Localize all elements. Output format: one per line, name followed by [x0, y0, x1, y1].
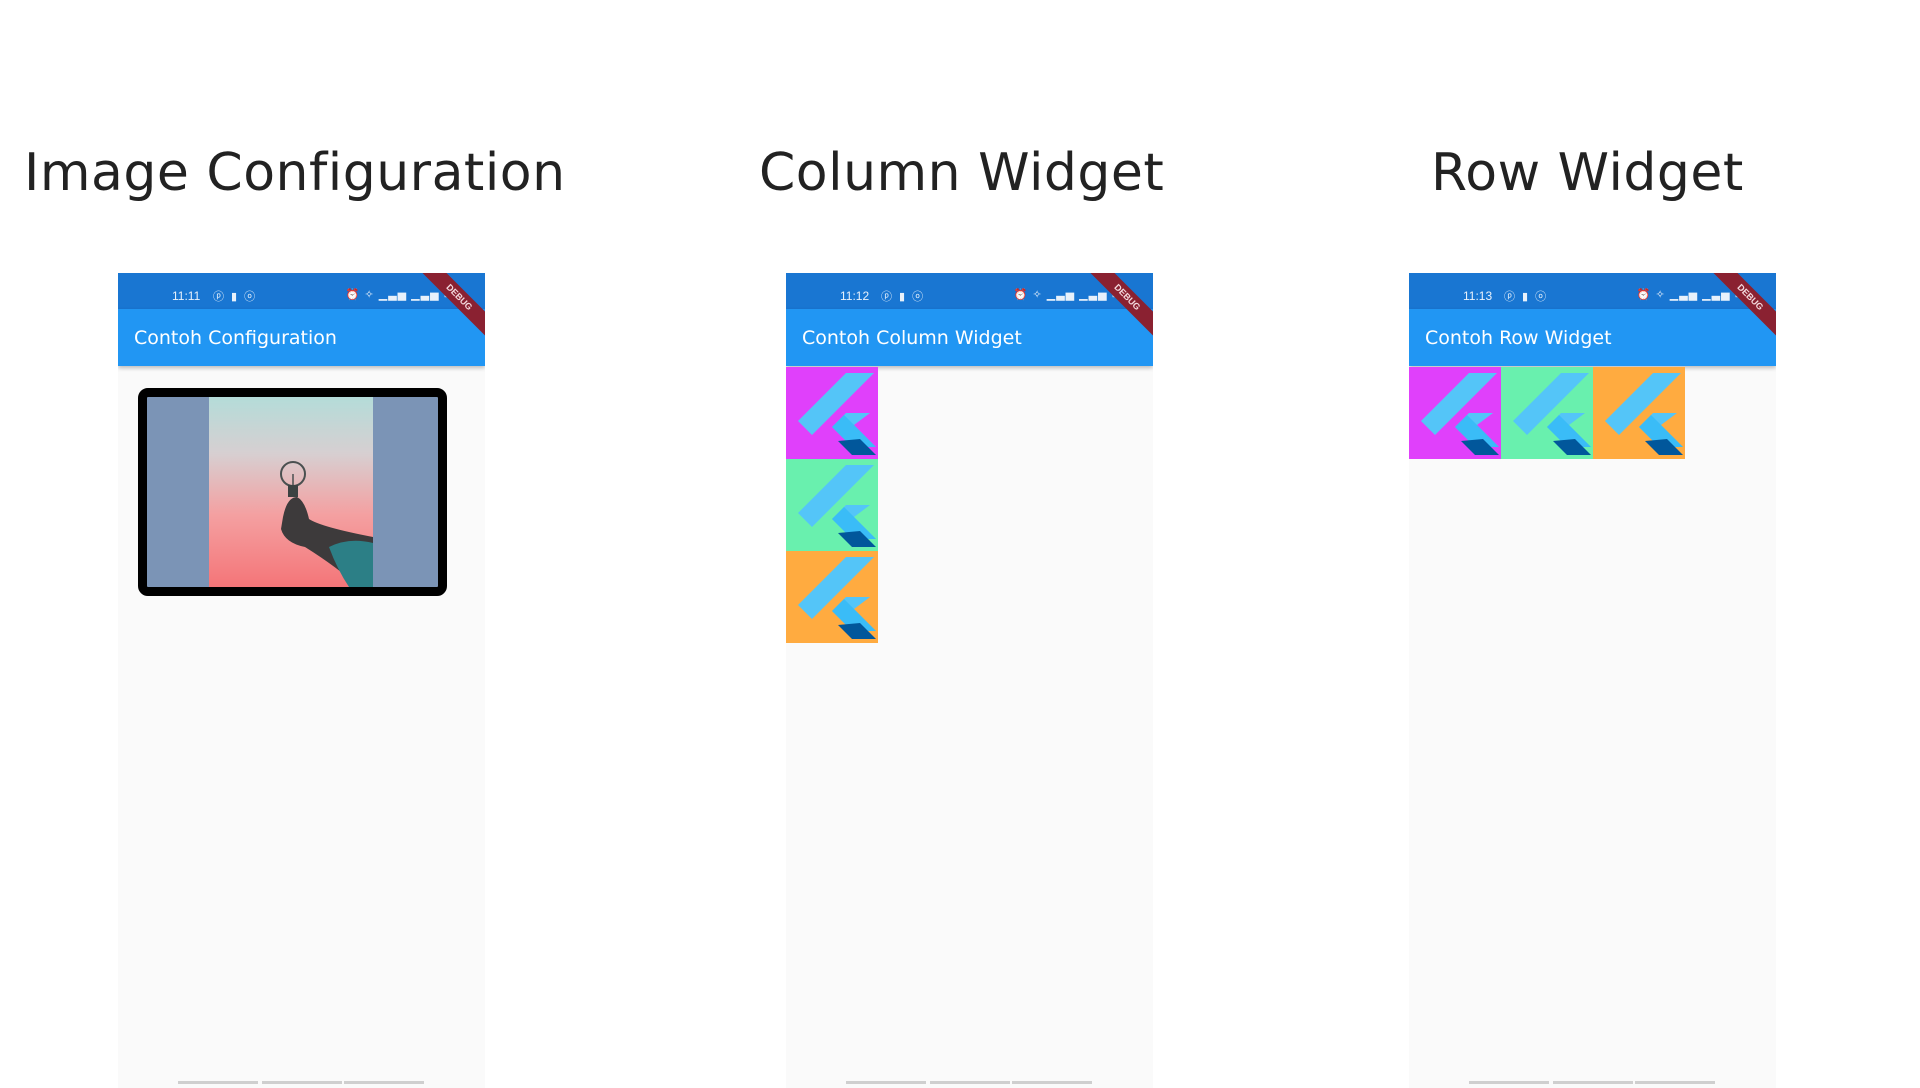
home-indicator [262, 1081, 342, 1084]
image-frame [138, 388, 447, 596]
app-bar-title: Contoh Column Widget [802, 327, 1022, 349]
flutter-logo-icon [1421, 373, 1499, 455]
heading-image-configuration: Image Configuration [24, 143, 566, 203]
home-indicator [1635, 1081, 1715, 1084]
flutter-logo-tile-green [1501, 367, 1593, 459]
phone-screen-image-configuration: 11:11 ⓟ ▮ ⓞ ⏰ ✧ ▁▃▅ ▁▃▅ ▭ DEBUG Contoh C… [118, 273, 485, 1088]
phone-screen-row-widget: 11:13 ⓟ ▮ ⓞ ⏰ ✧ ▁▃▅ ▁▃▅ ▭ DEBUG Contoh R… [1409, 273, 1776, 1088]
flutter-logo-tile-purple [1409, 367, 1501, 459]
flutter-logo-tile-orange [786, 551, 878, 643]
status-time: 11:11 [172, 289, 201, 303]
notification-icons: ⓟ ▮ ⓞ [881, 291, 926, 303]
flutter-logo-tile-orange [1593, 367, 1685, 459]
flutter-logo-icon [1513, 373, 1591, 455]
flutter-logo-tile-green [786, 459, 878, 551]
app-bar-title: Contoh Row Widget [1425, 327, 1612, 349]
home-indicator [344, 1081, 424, 1084]
phone-screen-column-widget: 11:12 ⓟ ▮ ⓞ ⏰ ✧ ▁▃▅ ▁▃▅ ▭ DEBUG Contoh C… [786, 273, 1153, 1088]
home-indicator [930, 1081, 1010, 1084]
app-bar: Contoh Column Widget [786, 309, 1153, 366]
flutter-logo-icon [1605, 373, 1683, 455]
home-indicator [1553, 1081, 1633, 1084]
flutter-logo-icon [798, 557, 876, 639]
status-time: 11:13 [1463, 289, 1493, 303]
home-indicator [1469, 1081, 1549, 1084]
home-indicator [1012, 1081, 1092, 1084]
flutter-logo-tile-purple [786, 367, 878, 459]
status-time: 11:12 [840, 289, 870, 303]
home-indicator [178, 1081, 258, 1084]
flutter-logo-icon [798, 465, 876, 547]
hand-holding-lightbulb-image [280, 461, 373, 587]
notification-icons: ⓟ ▮ ⓞ [1504, 291, 1549, 303]
app-bar-title: Contoh Configuration [134, 327, 337, 349]
heading-row-widget: Row Widget [1431, 143, 1744, 203]
heading-column-widget: Column Widget [759, 143, 1165, 203]
lightbulb-photo [209, 397, 373, 587]
app-bar: Contoh Configuration [118, 309, 485, 366]
app-bar: Contoh Row Widget [1409, 309, 1776, 366]
notification-icons: ⓟ ▮ ⓞ [213, 291, 258, 303]
flutter-logo-icon [798, 373, 876, 455]
home-indicator [846, 1081, 926, 1084]
lightbulb-icon [280, 461, 306, 497]
